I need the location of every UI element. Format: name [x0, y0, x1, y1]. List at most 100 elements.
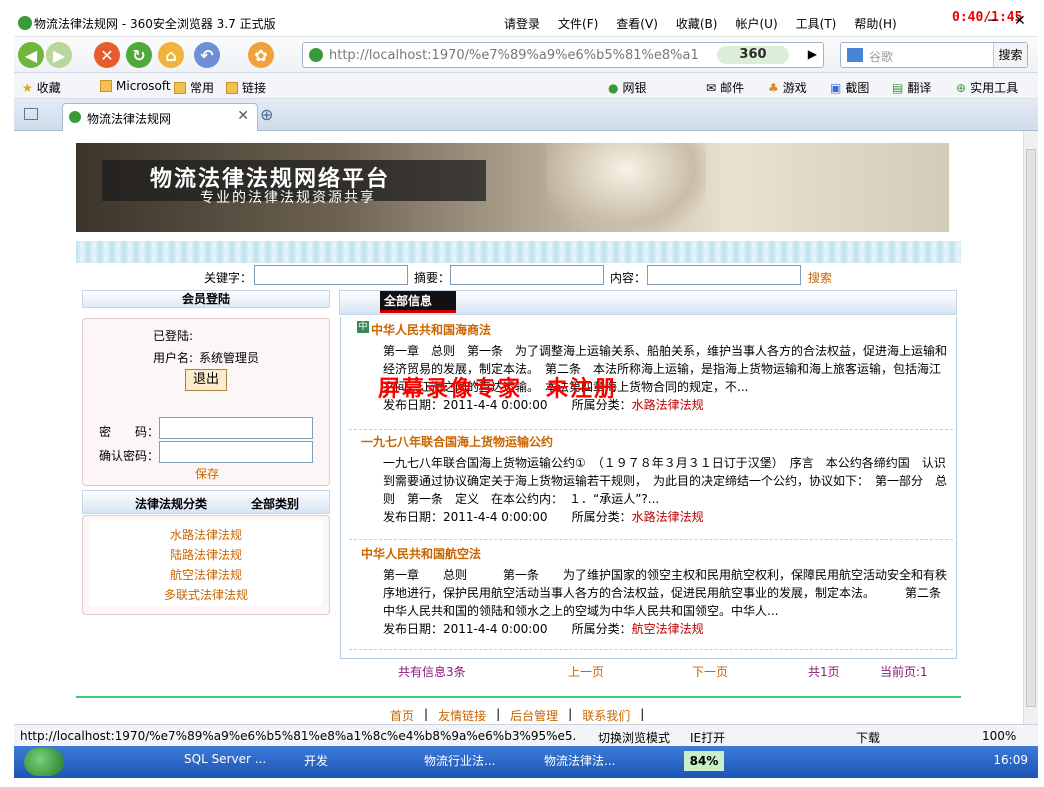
back-icon[interactable]: ◀	[18, 42, 44, 68]
content-input[interactable]	[647, 265, 801, 285]
favorites-menu[interactable]: ★ 收藏	[22, 79, 61, 96]
fav-label: Microsoft	[116, 79, 171, 93]
windows-taskbar: SQL Server ... 开发 物流行业法... 物流法律法... 84% …	[14, 746, 1038, 778]
search-box[interactable]: 谷歌 搜索	[840, 42, 1028, 68]
search-link[interactable]: 搜索	[808, 269, 832, 286]
tool-utilities[interactable]: ⊕ 实用工具	[956, 79, 1018, 96]
summary-input[interactable]	[450, 265, 604, 285]
confirm-password-label: 确认密码：	[99, 449, 160, 463]
address-text[interactable]: http://localhost:1970/%e7%89%a9%e6%b5%81…	[329, 48, 699, 63]
item-body: 第一章 总则 第一条 为了维护国家的领空主权和民用航空权利，保障民用航空活动安全…	[383, 568, 966, 618]
address-bar[interactable]: http://localhost:1970/%e7%89%a9%e6%b5%81…	[302, 42, 824, 68]
start-button[interactable]	[24, 748, 64, 776]
next-page-link[interactable]: 下一页	[692, 663, 728, 680]
download-button[interactable]: 下载	[856, 729, 880, 746]
footer-admin[interactable]: 后台管理	[510, 707, 558, 724]
tool-bank[interactable]: ● 网银	[608, 79, 647, 96]
category-air[interactable]: 航空法律法规	[89, 566, 323, 583]
sidebar-toggle-icon[interactable]	[24, 108, 38, 120]
window-title: 物流法律法规网 - 360安全浏览器 3.7 正式版	[34, 17, 276, 31]
logged-in-label: 已登陆:	[153, 329, 194, 343]
keyword-input[interactable]	[254, 265, 408, 285]
category-land[interactable]: 陆路法律法规	[89, 546, 323, 563]
tab-bar: 物流法律法规网 ✕ ⊕	[14, 99, 1038, 131]
folder-icon	[174, 81, 186, 94]
tool-translate[interactable]: ▤ 翻译	[892, 79, 931, 96]
category-multimodal[interactable]: 多联式法律法规	[89, 586, 323, 603]
item-category[interactable]: 航空法律法规	[632, 622, 704, 636]
undo-icon[interactable]: ↶	[194, 42, 220, 68]
tab-active[interactable]: 物流法律法规网 ✕	[62, 103, 258, 131]
logout-button[interactable]: 退出	[185, 369, 227, 391]
task-logistics-law-1[interactable]: 物流行业法...	[424, 752, 495, 769]
confirm-password-input[interactable]	[159, 441, 313, 463]
paw-icon[interactable]: ✿	[248, 42, 274, 68]
status-bar: http://localhost:1970/%e7%89%a9%e6%b5%81…	[14, 724, 1038, 746]
footer-sep: |	[424, 707, 429, 721]
tool-screenshot[interactable]: ▣ 截图	[830, 79, 869, 96]
home-icon[interactable]: ⌂	[158, 42, 184, 68]
minimize-icon[interactable]: ─	[988, 13, 996, 29]
go-icon[interactable]: ▶	[808, 47, 817, 61]
menu-file[interactable]: 文件(F)	[558, 15, 598, 32]
footer-home[interactable]: 首页	[390, 707, 414, 724]
banner-figure	[546, 143, 706, 232]
fav-microsoft[interactable]: Microsoft	[100, 79, 171, 93]
page-scrollbar[interactable]	[1023, 131, 1038, 724]
task-sqlserver[interactable]: SQL Server ...	[184, 752, 266, 766]
keyword-label: 关键字：	[204, 271, 253, 285]
menu-account[interactable]: 帐户(U)	[735, 15, 777, 32]
recorder-watermark: 屏幕录像专家 未注册	[378, 376, 619, 402]
favorites-bar: ★ 收藏 Microsoft 常用 链接 ● 网银 ✉ 邮件 ♣ 游戏 ▣ 截图 ▤ 翻译 …	[14, 73, 1038, 99]
zoom-level[interactable]: 100%	[982, 729, 1016, 743]
fav-links[interactable]: 链接	[226, 79, 266, 96]
search-button[interactable]: 搜索	[993, 43, 1027, 67]
close-window-icon[interactable]: ✕	[1014, 13, 1026, 29]
page-favicon-icon	[18, 16, 32, 30]
task-logistics-law-2[interactable]: 物流法律法...	[544, 752, 615, 769]
menu-view[interactable]: 查看(V)	[616, 15, 658, 32]
forward-icon[interactable]: ▶	[46, 42, 72, 68]
task-dev[interactable]: 开发	[304, 752, 328, 769]
stop-icon[interactable]: ✕	[94, 42, 120, 68]
password-input[interactable]	[159, 417, 313, 439]
fav-common[interactable]: 常用	[174, 79, 214, 96]
banner-subtitle: 专业的法律法规资源共享	[200, 190, 376, 206]
site-banner: 物流法律法规网络平台 专业的法律法规资源共享	[76, 143, 949, 232]
item-title[interactable]: 一九七八年联合国海上货物运输公约	[361, 433, 951, 450]
footer-contact[interactable]: 联系我们	[582, 707, 630, 724]
menu-favorites[interactable]: 收藏(B)	[676, 15, 718, 32]
footer-links: 首页 | 友情链接 | 后台管理 | 联系我们 |	[390, 707, 644, 724]
member-login-heading: 会员登陆	[82, 290, 330, 308]
item-title[interactable]: 中华人民共和国航空法	[361, 545, 951, 562]
search-placeholder[interactable]: 谷歌	[869, 48, 893, 65]
refresh-icon[interactable]: ↻	[126, 42, 152, 68]
item-title[interactable]: 中华人民共和国海商法	[361, 321, 951, 338]
category-water[interactable]: 水路法律法规	[89, 526, 323, 543]
all-info-tab[interactable]: 全部信息	[380, 291, 456, 313]
menu-tools[interactable]: 工具(T)	[796, 15, 837, 32]
tab-close-icon[interactable]: ✕	[237, 108, 249, 124]
item-date: 2011-4-4 0:00:00	[443, 622, 548, 636]
category-label: 所属分类：	[571, 622, 632, 636]
all-categories-link[interactable]: 全部类别	[251, 495, 299, 512]
prev-page-link[interactable]: 上一页	[568, 663, 604, 680]
security-badge[interactable]: 360	[717, 46, 789, 64]
scrollbar-thumb[interactable]	[1026, 149, 1036, 707]
login-link[interactable]: 请登录	[504, 15, 540, 32]
tool-games[interactable]: ♣ 游戏	[768, 79, 807, 96]
password-label: 密 码：	[99, 425, 160, 439]
ie-open-button[interactable]: IE打开	[690, 729, 725, 746]
new-tab-icon[interactable]: ⊕	[260, 105, 273, 124]
save-link[interactable]: 保存	[195, 465, 219, 482]
switch-mode-button[interactable]: 切换浏览模式	[598, 729, 670, 746]
translate-icon: ▤	[892, 80, 904, 95]
menu-help[interactable]: 帮助(H)	[854, 15, 896, 32]
category-label: 所属分类：	[571, 510, 632, 524]
item-category[interactable]: 水路法律法规	[632, 510, 704, 524]
page-count: 共1页	[808, 665, 840, 679]
footer-friend-links[interactable]: 友情链接	[438, 707, 486, 724]
item-category[interactable]: 水路法律法规	[632, 398, 704, 412]
status-url: http://localhost:1970/%e7%89%a9%e6%b5%81…	[20, 729, 576, 743]
tool-mail[interactable]: ✉ 邮件	[706, 79, 744, 96]
